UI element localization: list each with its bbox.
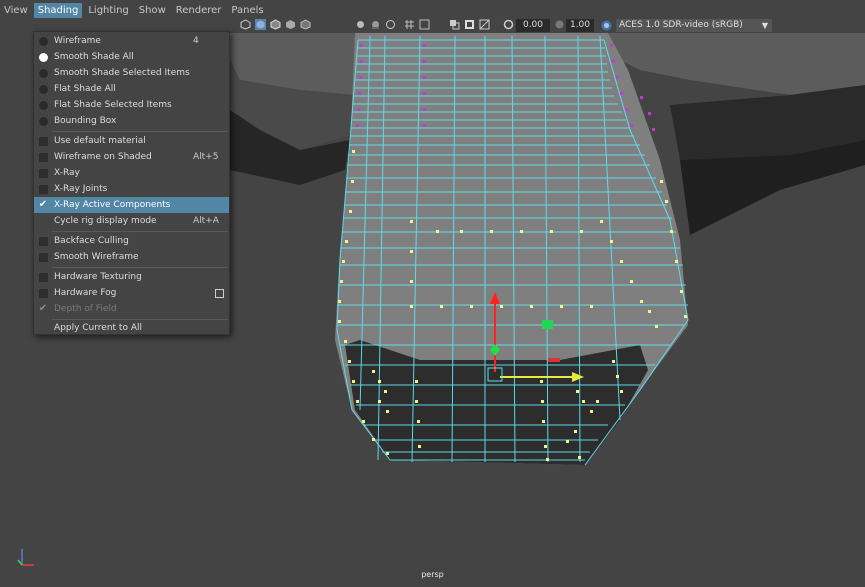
- menu-item-smooth-shade-all[interactable]: Smooth Shade All: [34, 49, 229, 65]
- menu-item-xray-joints[interactable]: X-Ray Joints: [34, 181, 229, 197]
- exposure-field[interactable]: 0.00: [516, 19, 550, 32]
- view-transform-value: ACES 1.0 SDR-video (sRGB): [619, 20, 743, 30]
- chevron-down-icon: ▼: [761, 21, 768, 30]
- menu-item-depth-of-field: ✔ Depth of Field: [38, 303, 117, 315]
- checkbox-icon: [38, 236, 48, 246]
- menu-item-flat-shade-all[interactable]: Flat Shade All: [34, 81, 229, 97]
- checkbox-icon: [38, 136, 48, 146]
- menu-item-wireframe-on-shaded[interactable]: Wireframe on Shaded Alt+5: [34, 149, 229, 165]
- radio-off-icon: [38, 100, 48, 110]
- lights-icon[interactable]: [300, 19, 311, 30]
- radio-off-icon: [38, 68, 48, 78]
- checkbox-icon: [38, 272, 48, 282]
- menu-item-hardware-texturing[interactable]: Hardware Texturing: [34, 269, 229, 285]
- menu-shading[interactable]: Shading: [33, 3, 83, 19]
- view-transform-dropdown[interactable]: ACES 1.0 SDR-video (sRGB) ▼: [616, 19, 772, 32]
- panel-menubar: View Shading Lighting Show Renderer Pane…: [0, 3, 264, 19]
- menu-view[interactable]: View: [0, 3, 32, 19]
- checkmark-icon: ✔: [38, 303, 48, 314]
- smooth-shade-icon[interactable]: [255, 19, 266, 30]
- select-camera-icon[interactable]: [240, 19, 251, 30]
- exposure-icon[interactable]: [503, 19, 514, 30]
- menu-separator: [52, 267, 228, 268]
- isolate-select-icon[interactable]: [385, 19, 396, 30]
- option-box-icon[interactable]: [214, 288, 224, 298]
- menu-item-flat-shade-selected[interactable]: Flat Shade Selected Items: [34, 97, 229, 113]
- checkmark-icon: ✔: [38, 199, 48, 210]
- resolution-gate-icon[interactable]: [449, 19, 460, 30]
- menu-item-smooth-shade-selected[interactable]: Smooth Shade Selected Items: [34, 65, 229, 81]
- menu-lighting[interactable]: Lighting: [84, 3, 132, 19]
- checkbox-icon: [38, 252, 48, 262]
- menu-item-xray[interactable]: X-Ray: [34, 165, 229, 181]
- menu-item-wireframe[interactable]: Wireframe 4: [34, 33, 229, 49]
- menu-item-smooth-wireframe[interactable]: Smooth Wireframe: [34, 249, 229, 265]
- menu-panels[interactable]: Panels: [227, 3, 267, 19]
- menu-item-use-default-material[interactable]: Use default material: [34, 133, 229, 149]
- checkbox-icon: [38, 152, 48, 162]
- grid-icon[interactable]: [404, 19, 415, 30]
- camera-label: persp: [421, 570, 444, 579]
- radio-on-icon: [38, 52, 48, 62]
- radio-off-icon: [38, 116, 48, 126]
- wireframe-on-shaded-icon[interactable]: [270, 19, 281, 30]
- menu-item-apply-current-to-all[interactable]: Apply Current to All: [34, 320, 229, 336]
- menu-item-xray-active-components[interactable]: ✔ X-Ray Active Components: [34, 197, 229, 213]
- checkbox-icon: [38, 184, 48, 194]
- color-management-icon[interactable]: [601, 20, 612, 31]
- menu-item-bounding-box[interactable]: Bounding Box: [34, 113, 229, 129]
- menu-separator: [52, 131, 228, 132]
- checkbox-icon: [38, 288, 48, 298]
- checkbox-icon: [38, 168, 48, 178]
- textured-icon[interactable]: [285, 19, 296, 30]
- film-gate-icon[interactable]: [464, 19, 475, 30]
- menu-separator: [52, 231, 228, 232]
- gamma-field[interactable]: 1.00: [566, 19, 594, 32]
- menu-item-backface-culling[interactable]: Backface Culling: [34, 233, 229, 249]
- light-bulb-icon[interactable]: [355, 19, 366, 30]
- menu-item-hardware-fog[interactable]: Hardware Fog: [34, 285, 229, 301]
- shading-menu: Wireframe 4 Smooth Shade All Smooth Shad…: [33, 31, 230, 335]
- menu-item-cycle-rig-display[interactable]: Cycle rig display mode Alt+A: [34, 213, 229, 229]
- light-shadow-icon[interactable]: [370, 19, 381, 30]
- gamma-icon[interactable]: [554, 19, 565, 30]
- radio-off-icon: [38, 84, 48, 94]
- xray-icon[interactable]: [419, 19, 430, 30]
- safe-action-icon[interactable]: [479, 19, 490, 30]
- radio-off-icon: [38, 36, 48, 46]
- menu-show[interactable]: Show: [135, 3, 170, 19]
- menu-renderer[interactable]: Renderer: [172, 3, 226, 19]
